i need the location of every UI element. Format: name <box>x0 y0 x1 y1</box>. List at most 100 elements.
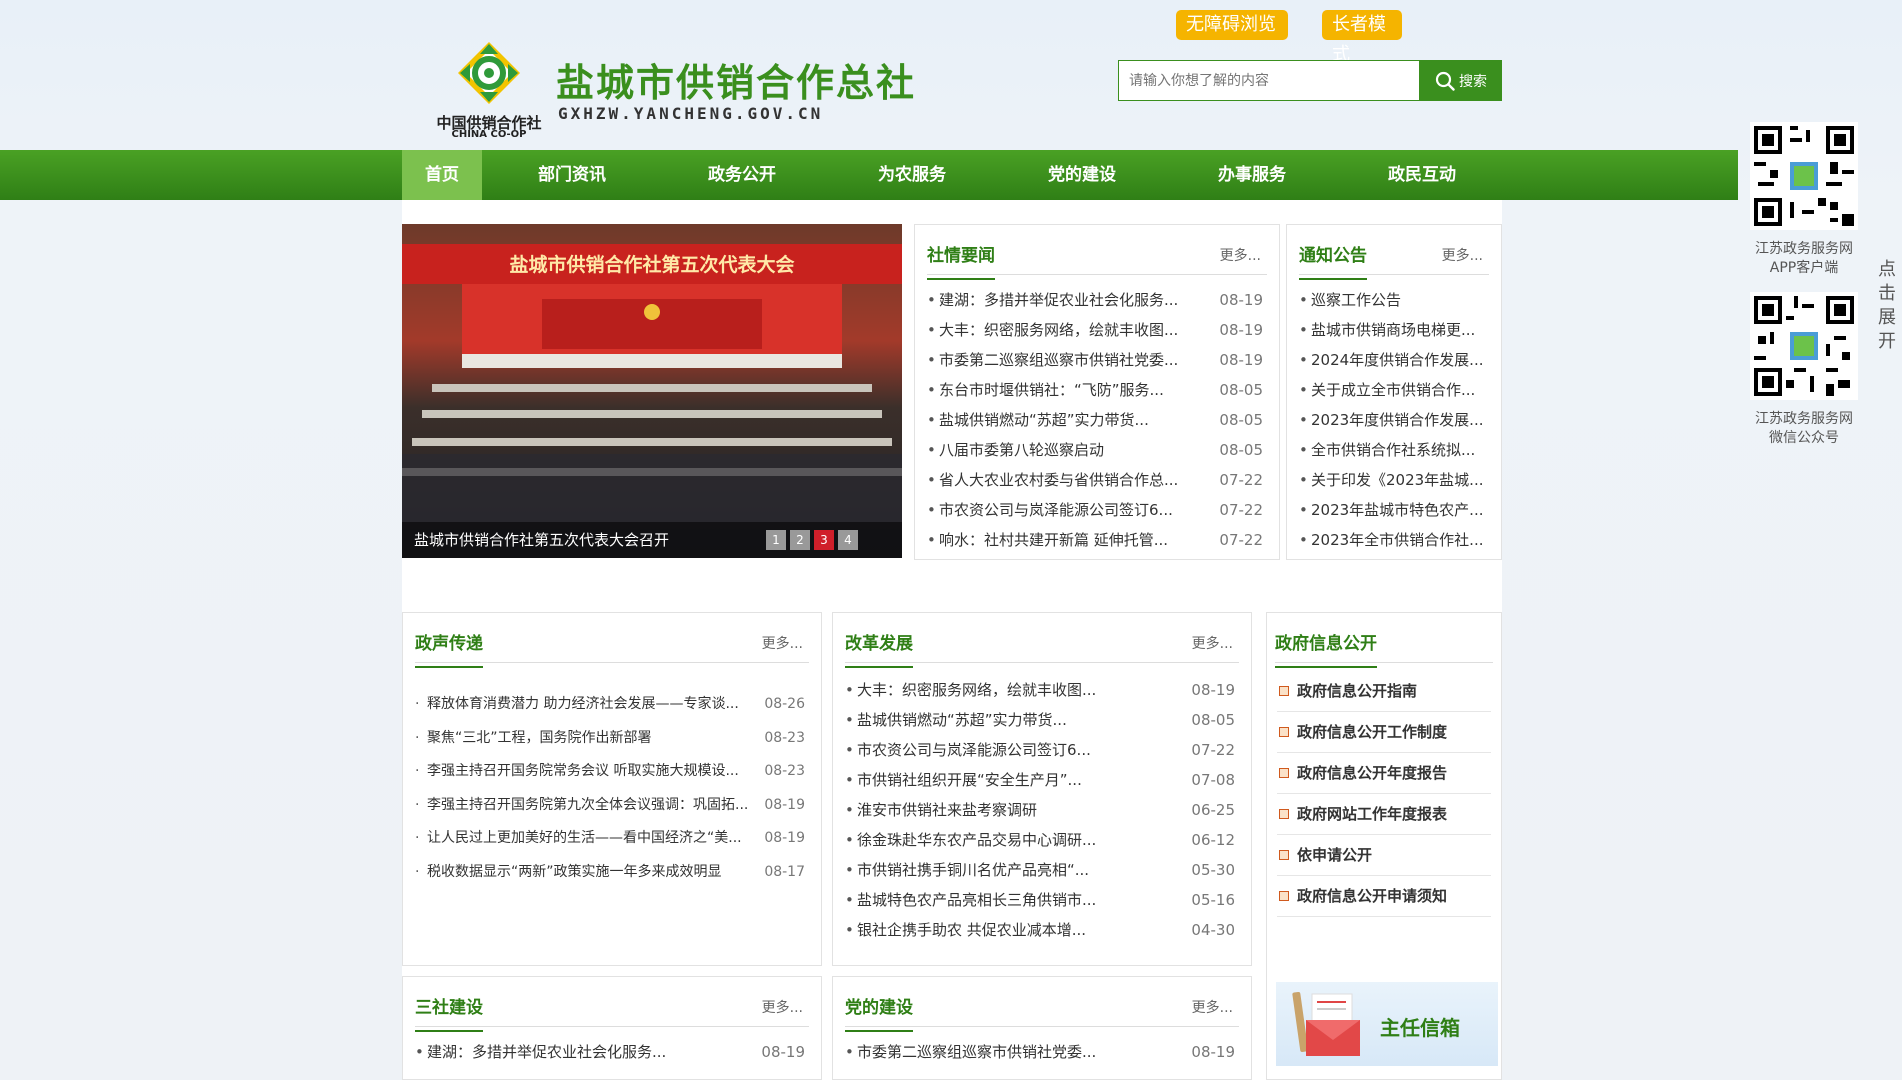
panel-san-she: 三社建设 更多... • 建湖：多措并举促农业社会化服务... 08-19 <box>402 976 822 1080</box>
list-item[interactable]: • 关于成立全市供销合作... <box>1299 375 1489 405</box>
qr-caption: 江苏政务服务网 <box>1755 411 1853 427</box>
nav-item-party-building[interactable]: 党的建设 <box>1032 150 1132 200</box>
accessible-mode-button[interactable]: 无障碍浏览 <box>1176 10 1288 40</box>
qr-app-client[interactable]: 江苏政务服务网 APP客户端 <box>1750 122 1858 278</box>
qr-code-icon <box>1750 292 1858 400</box>
list-item[interactable]: • 巡察工作公告 <box>1299 285 1489 315</box>
carousel-dot[interactable]: 2 <box>790 530 810 550</box>
doc-icon <box>1279 686 1289 696</box>
list-item[interactable]: • 盐城市供销商场电梯更... <box>1299 315 1489 345</box>
panel-she-qing-news: 社情要闻 更多... • 建湖：多措并举促农业社会化服务... 08-19 • 大丰：… <box>914 224 1280 560</box>
nav-item-dept-news[interactable]: 部门资讯 <box>522 150 622 200</box>
list-item[interactable]: • 市供销社携手铜川名优产品亮相“... 05-30 <box>845 855 1239 885</box>
list-item[interactable]: · 李强主持召开国务院常务会议 听取实施大规模设... 08-23 <box>415 755 809 789</box>
qr-caption: 微信公众号 <box>1769 430 1839 446</box>
more-link[interactable]: 更多... <box>1192 997 1233 1017</box>
gov-info-item[interactable]: 政府信息公开年度报告 <box>1277 753 1491 794</box>
more-link[interactable]: 更多... <box>1442 245 1483 265</box>
qr-wechat[interactable]: 江苏政务服务网 微信公众号 <box>1750 292 1858 448</box>
carousel-pager: 1 2 3 4 <box>766 530 858 550</box>
list-item[interactable]: • 市委第二巡察组巡察市供销社党委... 08-19 <box>845 1037 1239 1067</box>
site-header: 中国供销合作社 CHINA CO-OP 盐城市供销合作总社 GXHZW.YANC… <box>0 0 1902 150</box>
site-domain: GXHZW.YANCHENG.GOV.CN <box>558 104 824 123</box>
gov-info-item[interactable]: 政府信息公开指南 <box>1277 671 1491 712</box>
qr-code-icon <box>1750 122 1858 230</box>
nav-item-gov-affairs[interactable]: 政务公开 <box>692 150 792 200</box>
carousel-dot[interactable]: 4 <box>838 530 858 550</box>
list-item[interactable]: • 市委第二巡察组巡察市供销社党委... 08-19 <box>927 345 1267 375</box>
list-item[interactable]: • 市供销社组织开展“安全生产月”... 07-08 <box>845 765 1239 795</box>
list-item[interactable]: • 徐金珠赴华东农产品交易中心调研... 06-12 <box>845 825 1239 855</box>
list-item[interactable]: · 释放体育消费潜力 助力经济社会发展——专家谈... 08-26 <box>415 688 809 722</box>
carousel-dot[interactable]: 1 <box>766 530 786 550</box>
list-item[interactable]: • 响水：社村共建开新篇 延伸托管... 07-22 <box>927 525 1267 555</box>
panel-title: 党的建设 <box>845 993 913 1032</box>
envelope-icon <box>1292 991 1360 1056</box>
gov-info-item[interactable]: 依申请公开 <box>1277 835 1491 876</box>
list-item[interactable]: • 淮安市供销社来盐考察调研 06-25 <box>845 795 1239 825</box>
list-item[interactable]: • 大丰：织密服务网络，绘就丰收图... 08-19 <box>845 675 1239 705</box>
search-button-label: 搜索 <box>1459 73 1487 90</box>
carousel-dot-active[interactable]: 3 <box>814 530 834 550</box>
qr-caption: APP客户端 <box>1769 260 1839 276</box>
doc-icon <box>1279 809 1289 819</box>
nav-item-home[interactable]: 首页 <box>402 150 482 200</box>
list-item[interactable]: • 大丰：织密服务网络，绘就丰收图... 08-19 <box>927 315 1267 345</box>
more-link[interactable]: 更多... <box>762 997 803 1017</box>
doc-icon <box>1279 768 1289 778</box>
panel-title: 改革发展 <box>845 629 913 668</box>
expand-sidebar-button[interactable]: 点击展开 <box>1876 258 1898 354</box>
list-item[interactable]: • 建湖：多措并举促农业社会化服务... 08-19 <box>415 1037 809 1067</box>
list-item[interactable]: • 盐城特色农产品亮相长三角供销市... 05-16 <box>845 885 1239 915</box>
panel-title: 通知公告 <box>1299 241 1367 280</box>
list-item[interactable]: • 银社企携手助农 共促农业减本增... 04-30 <box>845 915 1239 945</box>
doc-icon <box>1279 727 1289 737</box>
list-item[interactable]: • 市农资公司与岚泽能源公司签订6... 07-22 <box>927 495 1267 525</box>
elder-mode-button[interactable]: 长者模式 <box>1322 10 1402 65</box>
list-item[interactable]: · 聚焦“三北”工程，国务院作出新部署 08-23 <box>415 722 809 756</box>
list-item[interactable]: • 盐城供销燃动“苏超”实力带货... 08-05 <box>845 705 1239 735</box>
nav-item-interaction[interactable]: 政民互动 <box>1372 150 1472 200</box>
list-item[interactable]: • 全市供销合作社系统拟... <box>1299 435 1489 465</box>
doc-icon <box>1279 891 1289 901</box>
panel-dang-jian: 党的建设 更多... • 市委第二巡察组巡察市供销社党委... 08-19 <box>832 976 1252 1080</box>
panel-gai-ge: 改革发展 更多... • 大丰：织密服务网络，绘就丰收图... 08-19 • 盐城供… <box>832 612 1252 966</box>
list-item[interactable]: • 盐城供销燃动“苏超”实力带货... 08-05 <box>927 405 1267 435</box>
list-item[interactable]: • 关于印发《2023年盐城... <box>1299 465 1489 495</box>
site-title[interactable]: 盐城市供销合作总社 <box>556 52 916 107</box>
emblem-en-text: CHINA CO-OP <box>451 129 527 140</box>
panel-zheng-sheng: 政声传递 更多... · 释放体育消费潜力 助力经济社会发展——专家谈... 08-… <box>402 612 822 966</box>
search-input[interactable] <box>1119 61 1419 100</box>
list-item[interactable]: · 税收数据显示“两新”政策实施一年多来成效明显 08-17 <box>415 856 809 890</box>
list-item[interactable]: • 2024年度供销合作发展... <box>1299 345 1489 375</box>
zheng-sheng-list: · 释放体育消费潜力 助力经济社会发展——专家谈... 08-26 · 聚焦“三北”工… <box>415 688 809 889</box>
coop-emblem-logo[interactable]: 中国供销合作社 CHINA CO-OP <box>434 40 544 140</box>
panel-title: 三社建设 <box>415 993 483 1032</box>
news-carousel[interactable]: 盐城市供销合作社第五次代表大会 盐城市供销合作社第五次代表大会召开 1 2 3 … <box>402 224 902 558</box>
list-item[interactable]: • 建湖：多措并举促农业社会化服务... 08-19 <box>927 285 1267 315</box>
more-link[interactable]: 更多... <box>1220 245 1261 265</box>
panel-title: 政府信息公开 <box>1275 629 1377 668</box>
gov-info-item[interactable]: 政府信息公开申请须知 <box>1277 876 1491 917</box>
gov-info-item[interactable]: 政府信息公开工作制度 <box>1277 712 1491 753</box>
list-item[interactable]: • 市农资公司与岚泽能源公司签订6... 07-22 <box>845 735 1239 765</box>
list-item[interactable]: • 2023年度供销合作发展... <box>1299 405 1489 435</box>
list-item[interactable]: · 李强主持召开国务院第九次全体会议强调：巩固拓... 08-19 <box>415 789 809 823</box>
notice-list: • 巡察工作公告 • 盐城市供销商场电梯更... • 2024年度供销合作发展... … <box>1299 285 1489 555</box>
gov-info-item[interactable]: 政府网站工作年度报表 <box>1277 794 1491 835</box>
nav-item-farmer-service[interactable]: 为农服务 <box>862 150 962 200</box>
dang-jian-list: • 市委第二巡察组巡察市供销社党委... 08-19 <box>845 1037 1239 1067</box>
list-item[interactable]: • 东台市时堰供销社：“飞防”服务... 08-05 <box>927 375 1267 405</box>
search-button[interactable]: 搜索 <box>1420 60 1502 101</box>
list-item[interactable]: • 省人大农业农村委与省供销合作总... 07-22 <box>927 465 1267 495</box>
more-link[interactable]: 更多... <box>762 633 803 653</box>
list-item[interactable]: · 让人民过上更加美好的生活——看中国经济之“美... 08-19 <box>415 822 809 856</box>
list-item[interactable]: • 2023年盐城市特色农产... <box>1299 495 1489 525</box>
search-icon <box>1435 71 1455 91</box>
nav-item-services[interactable]: 办事服务 <box>1202 150 1302 200</box>
more-link[interactable]: 更多... <box>1192 633 1233 653</box>
main-nav: 首页 部门资讯 政务公开 为农服务 党的建设 办事服务 政民互动 <box>0 150 1738 200</box>
list-item[interactable]: • 八届市委第八轮巡察启动 08-05 <box>927 435 1267 465</box>
list-item[interactable]: • 2023年全市供销合作社... <box>1299 525 1489 555</box>
director-mailbox-button[interactable]: 主任信箱 <box>1276 982 1498 1066</box>
